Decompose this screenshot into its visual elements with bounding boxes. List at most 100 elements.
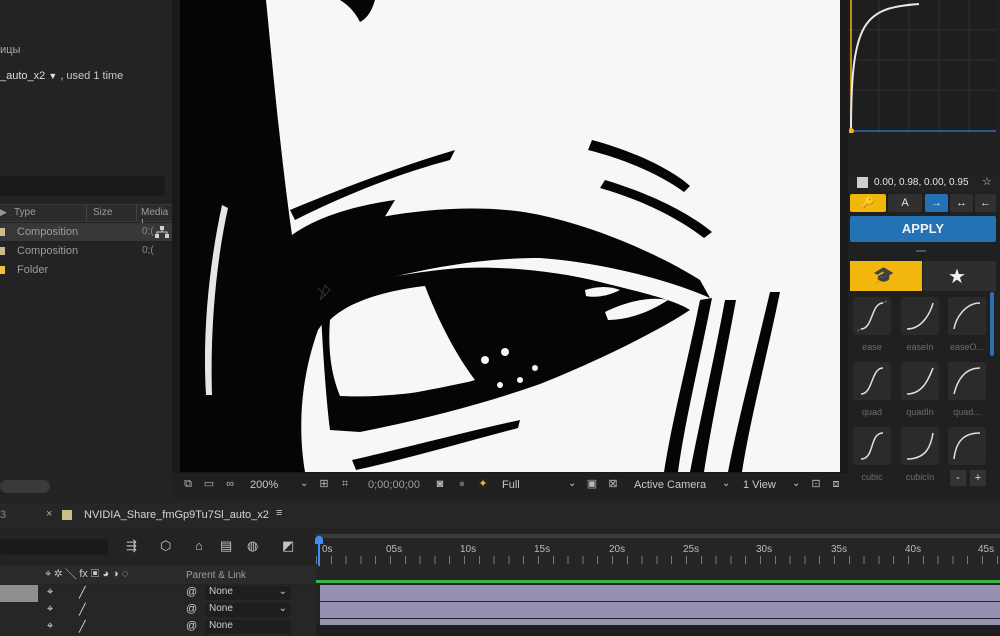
composition-mini-flowchart-icon[interactable]: ⇶ <box>126 538 137 554</box>
label-color-swatch[interactable] <box>0 247 5 255</box>
vr-mask-icon[interactable]: ∞ <box>223 478 237 491</box>
anchor-switch-icon[interactable]: ⌖ <box>47 620 53 633</box>
project-header-text: ицы <box>0 44 21 56</box>
ease-in-arrow-button[interactable]: ← <box>975 194 996 212</box>
divider-handle[interactable] <box>916 250 926 252</box>
project-item-row[interactable]: Folder <box>0 261 172 279</box>
preset-cubicout[interactable] <box>948 427 986 465</box>
layer-row[interactable]: ⌖ ╱ @ None ⌄ <box>0 585 316 602</box>
column-divider[interactable] <box>86 205 87 221</box>
zoom-out-button[interactable]: - <box>950 470 966 486</box>
layer-row[interactable]: ⌖ ╱ @ None ⌄ <box>0 602 316 619</box>
preset-easeout[interactable] <box>948 297 986 335</box>
chevron-down-icon[interactable]: ⌄ <box>722 478 730 489</box>
bezier-values[interactable]: 0.00, 0.98, 0.00, 0.95 <box>874 177 969 188</box>
color-channels-icon[interactable]: ✦ <box>476 478 490 491</box>
camera-snapshot-icon[interactable]: ◙ <box>433 478 447 491</box>
preset-label: quadIn <box>906 407 934 417</box>
key-select-button[interactable]: 🔑 <box>850 194 886 212</box>
presets-scrollbar[interactable] <box>990 292 994 356</box>
chevron-down-icon[interactable]: ▼ <box>48 71 57 81</box>
chevron-down-icon[interactable]: ⌄ <box>568 478 576 489</box>
chevron-down-icon[interactable]: ⌄ <box>792 478 800 489</box>
apply-button[interactable]: APPLY <box>850 216 996 242</box>
ease-both-arrow-button[interactable]: ↔ <box>950 194 973 212</box>
project-search-input[interactable] <box>0 176 165 196</box>
switches-icons[interactable]: ⌖ ✲ ╲ fx ▣ ◕ ◑ ◌ <box>45 568 128 581</box>
hamburger-menu-icon[interactable]: ≡ <box>276 507 282 519</box>
current-timecode[interactable]: 0;00;00;00 <box>368 479 420 491</box>
column-type[interactable]: Type <box>14 207 36 218</box>
text-mode-button[interactable]: A <box>888 194 922 212</box>
layer-duration-bar[interactable] <box>320 585 1000 601</box>
fit-frame-icon[interactable]: ⊞ <box>317 478 331 491</box>
parent-dropdown[interactable]: None ⌄ <box>205 586 291 600</box>
project-item-row[interactable]: Composition 0;( <box>0 242 172 260</box>
layer-controls-icon[interactable]: ⧈ <box>829 478 843 491</box>
always-preview-icon[interactable]: ⧉ <box>181 478 195 491</box>
layer-duration-bar[interactable] <box>320 602 1000 618</box>
label-color-swatch[interactable] <box>0 228 5 236</box>
time-mark: 0s <box>322 544 333 555</box>
time-mark: 20s <box>609 544 626 555</box>
pickwhip-icon[interactable]: @ <box>186 603 197 615</box>
draft-3d-icon[interactable]: ⬡ <box>160 538 171 554</box>
tab-favorites[interactable]: ★ <box>923 261 996 291</box>
reset-exposure-icon[interactable]: ⊡ <box>809 478 823 491</box>
column-size[interactable]: Size <box>93 207 112 218</box>
pickwhip-icon[interactable]: @ <box>186 620 197 632</box>
tab-composition[interactable]: NVIDIA_Share_fmGp9Tu7Sl_auto_x2 <box>84 509 269 521</box>
layer-duration-bar[interactable] <box>320 619 1000 625</box>
preset-easein[interactable] <box>901 297 939 335</box>
pickwhip-icon[interactable]: @ <box>186 586 197 598</box>
preset-cubic[interactable] <box>853 427 891 465</box>
tab-learn[interactable]: 🎓 <box>850 261 922 291</box>
preset-quadout[interactable] <box>948 362 986 400</box>
preset-quadin[interactable] <box>901 362 939 400</box>
graph-editor-icon[interactable]: ◩ <box>282 538 294 554</box>
work-area-bar[interactable] <box>316 534 1000 538</box>
project-item-row[interactable]: Composition 0;( <box>0 223 172 241</box>
zoom-in-button[interactable]: + <box>970 470 986 486</box>
parent-dropdown[interactable]: None <box>205 620 291 634</box>
camera-dropdown[interactable]: Active Camera <box>634 479 706 491</box>
work-area-indicator[interactable] <box>316 580 1000 583</box>
project-horizontal-scrollbar[interactable] <box>0 480 50 493</box>
resolution-dropdown[interactable]: Full <box>502 479 520 491</box>
grid-guide-icon[interactable]: ▣ <box>585 478 599 491</box>
quality-switch-icon[interactable]: ╱ <box>79 620 86 633</box>
zoom-dropdown[interactable]: 200% <box>250 479 278 491</box>
anchor-switch-icon[interactable]: ⌖ <box>47 586 53 599</box>
column-divider[interactable] <box>136 205 137 221</box>
layer-row[interactable]: ⌖ ╱ @ None <box>0 619 316 636</box>
label-color-swatch[interactable] <box>0 266 5 274</box>
preset-quad[interactable] <box>853 362 891 400</box>
quality-switch-icon[interactable]: ╱ <box>79 603 86 616</box>
anchor-switch-icon[interactable]: ⌖ <box>47 603 53 616</box>
ease-out-arrow-button[interactable]: → <box>925 194 948 212</box>
transparency-grid-icon[interactable]: ⊠ <box>606 478 620 491</box>
preset-ease[interactable] <box>853 297 891 335</box>
show-snapshot-icon[interactable]: ● <box>455 478 469 491</box>
copy-icon[interactable] <box>857 177 868 188</box>
preset-cubicin[interactable] <box>901 427 939 465</box>
time-mark: 30s <box>756 544 773 555</box>
curve-thumbnail-icon <box>860 367 884 395</box>
region-of-interest-icon[interactable]: ⌗ <box>338 478 352 491</box>
motion-blur-icon[interactable]: ◍ <box>247 538 258 554</box>
chevron-down-icon[interactable]: ⌄ <box>300 478 308 489</box>
footage-name-dropdown[interactable]: _auto_x2 <box>0 70 45 82</box>
close-tab-icon[interactable]: × <box>46 508 52 520</box>
shy-layers-icon[interactable]: ⌂ <box>195 538 203 553</box>
view-layout-dropdown[interactable]: 1 View <box>743 479 776 491</box>
sort-arrow-icon[interactable]: ▶ <box>0 207 7 218</box>
quality-switch-icon[interactable]: ╱ <box>79 586 86 599</box>
monitor-icon[interactable]: ▭ <box>202 478 216 491</box>
layer-search-input[interactable] <box>0 539 108 555</box>
parent-dropdown[interactable]: None ⌄ <box>205 603 291 617</box>
frame-blending-icon[interactable]: ▤ <box>220 538 232 554</box>
favorite-star-icon[interactable]: ☆ <box>982 175 992 188</box>
bezier-curve-editor[interactable] <box>848 0 996 134</box>
composition-flow-icon[interactable] <box>155 226 169 238</box>
composition-canvas[interactable] <box>180 0 840 472</box>
